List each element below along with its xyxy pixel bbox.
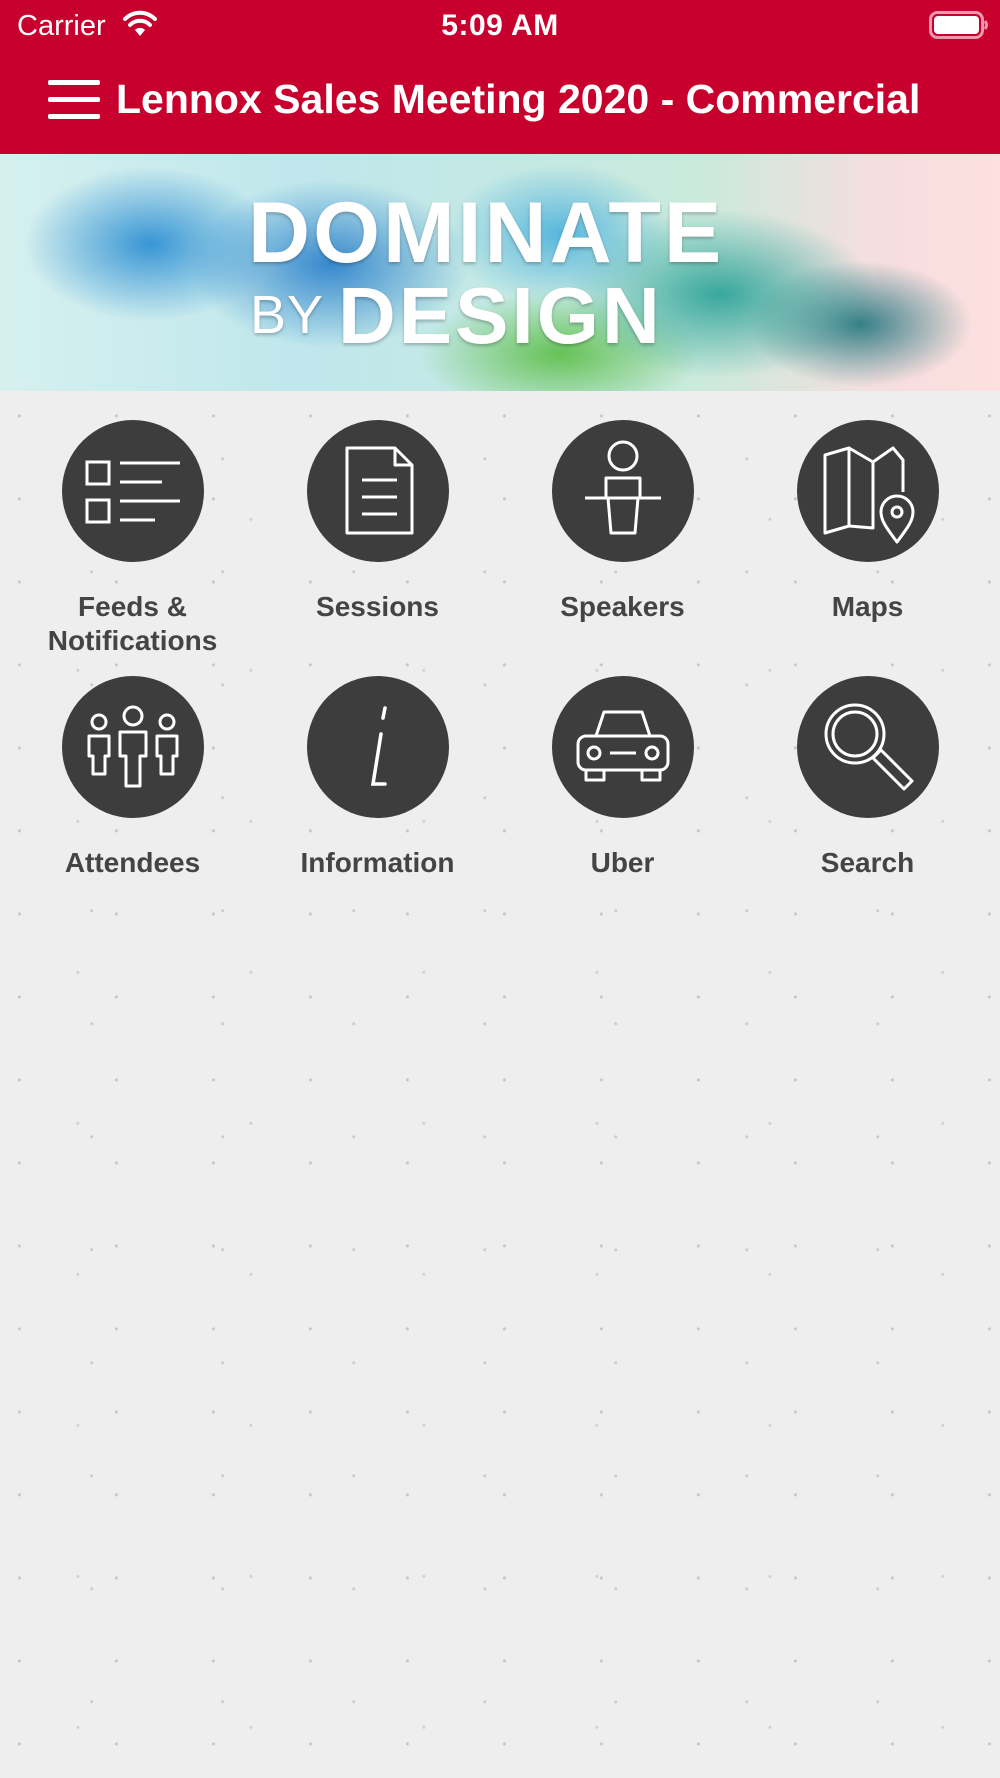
tile-uber[interactable]: Uber: [500, 676, 745, 880]
tile-label: Maps: [831, 591, 904, 622]
tile-label: Information: [300, 847, 455, 878]
clock: 5:09 AM: [441, 9, 559, 42]
document-icon: [306, 420, 449, 562]
hamburger-menu-icon[interactable]: [48, 80, 100, 120]
tile-attendees[interactable]: Attendees: [10, 676, 255, 880]
battery-icon: [929, 11, 989, 44]
tile-maps[interactable]: Maps: [745, 420, 990, 624]
tile-information[interactable]: Information: [255, 676, 500, 880]
list-icon: [61, 420, 204, 562]
tile-speakers[interactable]: Speakers: [500, 420, 745, 624]
tile-label: Feeds & Notifications: [47, 591, 218, 656]
search-icon: [796, 676, 939, 818]
car-icon: [551, 676, 694, 818]
event-banner: DOMINATE BY DESIGN: [0, 154, 1000, 391]
tile-sessions[interactable]: Sessions: [255, 420, 500, 624]
info-icon: [306, 676, 449, 818]
tile-feeds-notifications[interactable]: Feeds & Notifications: [10, 420, 255, 658]
banner-by: BY: [250, 285, 325, 345]
podium-speaker-icon: [551, 420, 694, 562]
tile-label: Search: [820, 847, 915, 878]
tile-label: Attendees: [64, 847, 201, 878]
people-icon: [61, 676, 204, 818]
banner-subheadline: DESIGN: [338, 271, 663, 360]
page-title: Lennox Sales Meeting 2020 - Commercial: [116, 76, 921, 122]
tile-search[interactable]: Search: [745, 676, 990, 880]
app-header: Lennox Sales Meeting 2020 - Commercial: [0, 52, 1000, 154]
banner-headline: DOMINATE: [248, 185, 725, 281]
tile-label: Speakers: [560, 591, 685, 622]
map-pin-icon: [796, 420, 939, 562]
tile-label: Uber: [590, 847, 655, 878]
tile-label: Sessions: [316, 591, 439, 622]
status-bar: Carrier 5:09 AM: [0, 0, 1000, 52]
